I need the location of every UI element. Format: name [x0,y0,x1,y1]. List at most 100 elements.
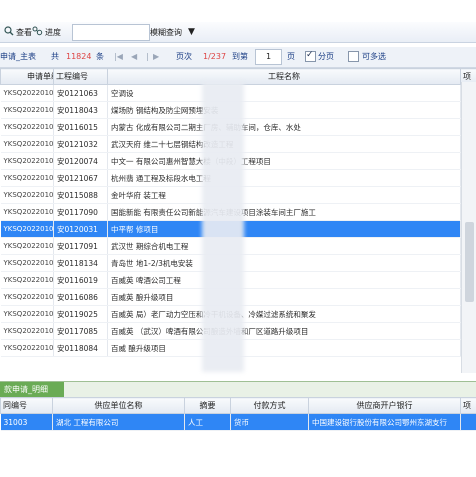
apply-no-cell: YKSQ202201050006 [0,254,54,272]
vertical-scrollbar[interactable] [461,82,476,373]
scrollbar-thumb[interactable] [465,222,474,302]
project-no-cell: 安0121067 [53,169,108,187]
project-name-cell: 杭州翡 通工程及标段水电工程 [107,169,461,187]
project-name-cell: 中文一 有限公司惠州智慧大楼（中段）工程项目 [107,152,461,170]
header-project-no[interactable]: 工程编号 [53,68,108,85]
project-no-cell: 安0117090 [53,203,108,221]
apply-no-cell: YKSQ202201050011 [0,169,54,187]
project-no-cell: 安0118084 [53,339,108,357]
project-no-cell: 安0118134 [53,254,108,272]
total-count: 11824 [66,52,92,61]
toolbar: 查看 进度 模糊查询 ▼ [0,22,476,43]
header-project-name[interactable]: 工程名称 [107,68,461,85]
divider-icon: | [146,52,149,61]
detail-cell: 31003 [0,413,53,431]
project-name-cell: 百威英 酿升级项目 [107,288,461,306]
view-button[interactable]: 查看 [4,25,32,39]
total-prefix: 共 [51,52,59,61]
project-name-cell: 青岛世 地1-2/3机电安装 [107,254,461,272]
header-bank[interactable]: 供应商开户银行 [308,397,461,414]
header-contract-no[interactable]: 同编号 [0,397,53,414]
project-no-cell: 安0118043 [53,101,108,119]
total-suffix: 条 [96,52,104,61]
project-no-cell: 安0121063 [53,84,108,102]
checkbox-icon [348,51,359,62]
multi-select-checkbox[interactable] [348,51,359,63]
checkbox-checked-icon [305,49,316,62]
table-title: 申请_主表 [0,52,36,61]
project-name-cell: 空调设 [107,84,461,102]
project-name-cell: 中平帮 修项目 [107,220,461,238]
detail-cell: 湖北 工程有限公司 [52,413,185,431]
apply-no-cell: YKSQ202201050008 [0,220,54,238]
apply-no-cell: YKSQ202201050003 [0,305,54,323]
apply-no-cell: YKSQ202201050005 [0,271,54,289]
header-summary[interactable]: 摘要 [184,397,231,414]
pagination-bar: 申请_主表 共 11824 条 |◀ ◀ | ▶ 页次 1/237 到第 1 页… [0,47,476,68]
header-supplier[interactable]: 供应单位名称 [52,397,185,414]
project-name-cell: 内蒙古 化成有限公司二期主厂房、辅助车间，仓库、水处 [107,118,461,136]
project-name-cell: 煤场防 钢结构及防尘网预埋安装 [107,101,461,119]
view-label: 查看 [16,27,32,37]
apply-no-cell: YKSQ202201050007 [0,237,54,255]
dropdown-arrow-icon: ▼ [188,27,195,37]
tab-detail[interactable]: 款申请_明细 [0,382,64,398]
apply-no-cell: YKSQ202201050001 [0,339,54,357]
project-no-cell: 安0117085 [53,322,108,340]
fuzzy-query-label: 模糊查询 [150,27,182,37]
apply-no-cell: YKSQ202201060001 [0,135,54,153]
project-no-cell: 安0120074 [53,152,108,170]
project-name-cell: 武汉世 期综合机电工程 [107,237,461,255]
detail-cell: 中国建设银行股份有限公司鄂州东湖支行 [308,413,461,431]
apply-no-cell: YKSQ202201050009 [0,203,54,221]
progress-icon [32,26,43,38]
detail-row[interactable]: 31003 湖北 工程有限公司 人工 货币 中国建设银行股份有限公司鄂州东湖支行 [0,413,476,431]
page-suffix: 页 [287,52,295,61]
next-page-icon[interactable]: ▶ [153,51,159,63]
project-name-cell: 百威英 啤酒公司工程 [107,271,461,289]
detail-grid: 同编号 供应单位名称 摘要 付款方式 供应商开户银行 项 31003 湖北 工程有… [0,397,476,477]
project-name-cell: 国能新能 有限责任公司新能源汽车建设项目涂装车间主厂施工 [107,203,461,221]
detail-cell: 货币 [230,413,309,431]
header-apply-no[interactable]: 申请单编号 [0,68,54,85]
apply-no-cell: YKSQ202201060005 [0,84,54,102]
progress-button[interactable]: 进度 [32,25,61,39]
apply-no-cell: YKSQ202201050004 [0,288,54,306]
apply-no-cell: YKSQ202201060004 [0,101,54,119]
project-no-cell: 安0115088 [53,186,108,204]
search-icon [4,26,14,38]
detail-cell: 人工 [184,413,231,431]
first-page-icon[interactable]: |◀ [114,51,123,63]
project-name-cell: 百威英 局）老厂动力空压和冷干机设备、冷媒过滤系统和聚发 [107,305,461,323]
apply-no-cell: YKSQ202201050010 [0,186,54,204]
paging-checkbox[interactable] [305,49,316,63]
header-extra2[interactable]: 项 [460,397,476,414]
project-name-cell: 武汉天府 维二十七层钢结构改造工程 [107,135,461,153]
apply-no-cell: YKSQ202201050002 [0,322,54,340]
detail-table: 同编号 供应单位名称 摘要 付款方式 供应商开户银行 项 31003 湖北 工程有… [0,397,476,431]
header-payment-method[interactable]: 付款方式 [230,397,309,414]
project-name-cell: 百威 酿升级项目 [107,339,461,357]
apply-no-cell: YKSQ202201060002 [0,152,54,170]
project-no-cell: 安0116019 [53,271,108,289]
page-label: 页次 [176,52,192,61]
page-number-input[interactable]: 1 [255,49,282,65]
project-no-cell: 安0119025 [53,305,108,323]
query-input[interactable] [72,24,150,41]
project-no-cell: 安0117091 [53,237,108,255]
project-name-cell: 金叶华府 装工程 [107,186,461,204]
project-name-cell: 百威英 （武汉）啤酒有限公司酿造外墙和厂区道路升级项目 [107,322,461,340]
goto-label: 到第 [232,52,248,61]
apply-no-cell: YKSQ202201060003 [0,118,54,136]
detail-table-header: 同编号 供应单位名称 摘要 付款方式 供应商开户银行 项 [0,397,476,414]
project-no-cell: 安0116086 [53,288,108,306]
progress-label: 进度 [45,27,61,37]
project-no-cell: 安0121032 [53,135,108,153]
paging-label: 分页 [318,52,334,61]
project-no-cell: 安0116015 [53,118,108,136]
project-no-cell: 安0120031 [53,220,108,238]
prev-page-icon[interactable]: ◀ [131,51,137,63]
fuzzy-query-dropdown[interactable]: 模糊查询 ▼ [150,25,195,39]
blur-overlay [202,82,244,372]
detail-cell [460,413,476,431]
